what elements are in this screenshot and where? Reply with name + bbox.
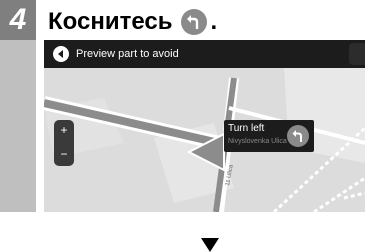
step-text: Коснитесь <box>48 8 173 35</box>
zoom-out-button[interactable]: − <box>54 146 74 162</box>
zoom-in-button[interactable]: + <box>54 122 74 138</box>
down-arrow-icon <box>201 238 219 252</box>
turn-left-icon <box>181 9 208 35</box>
callout-title: Turn left <box>228 123 265 134</box>
top-bar-edge-button[interactable] <box>349 43 365 65</box>
step-badge: 4 <box>0 0 36 40</box>
instruction-callout: Turn left Nivyslovenka Ulica <box>224 120 314 152</box>
top-bar: Preview part to avoid <box>44 40 365 68</box>
back-arrow-icon[interactable] <box>52 45 70 63</box>
zoom-control: + − <box>54 120 74 166</box>
step-heading: Коснитесь . <box>48 4 217 40</box>
screen-title: Preview part to avoid <box>76 48 179 60</box>
callout-subtitle: Nivyslovenka Ulica <box>228 138 287 145</box>
turn-left-icon[interactable] <box>286 124 310 148</box>
step-side-bar <box>0 40 36 212</box>
step-number: 4 <box>9 3 27 36</box>
step-suffix: . <box>210 8 218 35</box>
device-screenshot: Preview part to avoid 11 Ulica + − Turn … <box>44 40 365 212</box>
map-view[interactable]: 11 Ulica <box>44 68 365 212</box>
